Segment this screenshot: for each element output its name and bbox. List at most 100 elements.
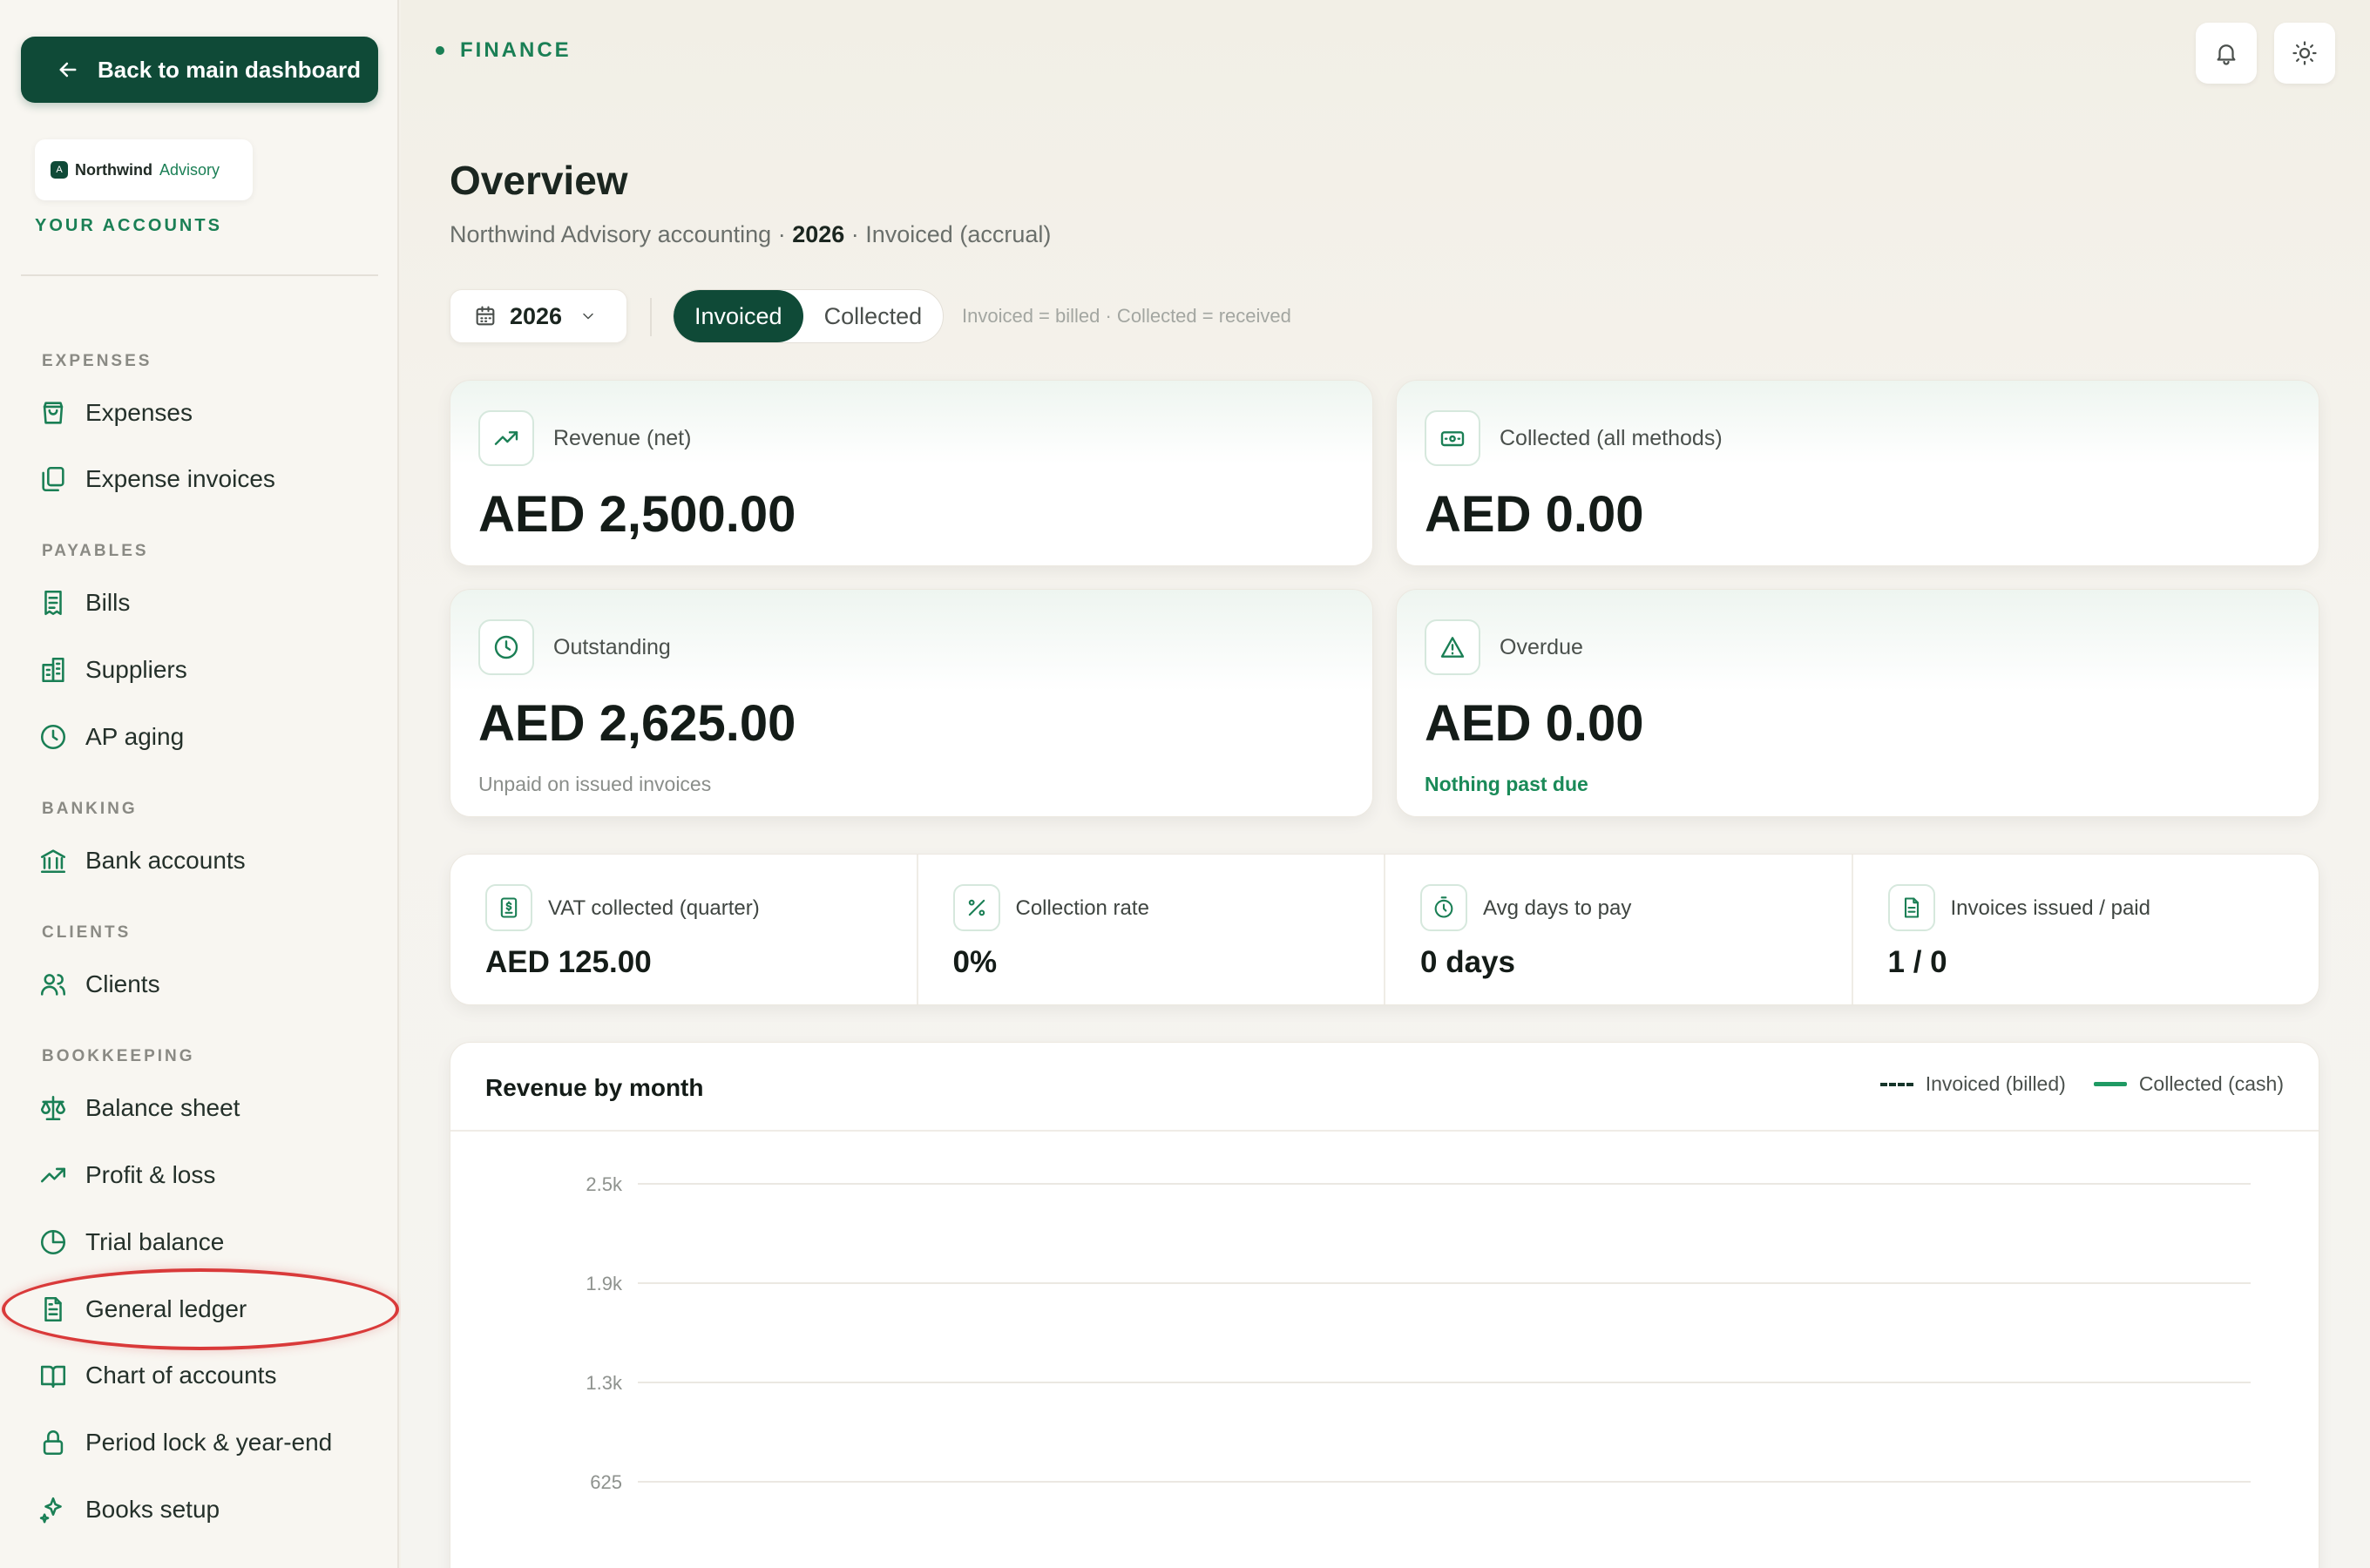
stat-icon-box [952,884,1000,931]
sidebar-item-profit-loss[interactable]: Profit & loss [38,1151,378,1200]
kpi-value: AED 2,625.00 [478,695,796,752]
section-expenses: EXPENSES [42,352,152,370]
sidebar-item-label: Expenses [85,399,193,426]
main-content: FINANCE Overview Northwind Advisory acco… [401,0,2370,1568]
legend-item-invoiced[interactable]: Invoiced (billed) [1879,1072,2066,1096]
sidebar-item-trial-balance[interactable]: Trial balance [38,1218,378,1267]
sidebar-item-general-ledger[interactable]: General ledger [38,1285,378,1334]
legend-label: Collected (cash) [2138,1072,2284,1095]
stat-label: VAT collected (quarter) [548,896,760,920]
y-tick-label: 625 [590,1471,622,1493]
sun-icon [2292,41,2317,65]
toggle-invoiced[interactable]: Invoiced [674,290,803,342]
bell-icon [2217,44,2236,65]
basis-hint: Invoiced = billed · Collected = received [962,305,1291,327]
stat-invoices-issued-paid: Invoices issued / paid 1 / 0 [1853,855,2319,1004]
sparkles-icon [39,1497,62,1524]
notifications-button[interactable] [2196,23,2257,84]
kpi-value: AED 0.00 [1425,486,1644,543]
scale-icon [40,1095,66,1121]
section-bookkeeping: BOOKKEEPING [42,1047,195,1065]
book-open-icon [40,1365,66,1389]
basis-toggle: Invoiced Collected [673,289,945,343]
kpi-label: Outstanding [553,635,671,659]
users-icon [40,974,66,996]
brand-name: Northwind [75,160,152,179]
kpi-label: Collected (all methods) [1500,426,1723,450]
finance-section-tag: FINANCE [436,38,572,63]
stat-label: Collection rate [1015,896,1149,920]
sidebar-item-label: Chart of accounts [85,1362,277,1389]
kpi-label: Overdue [1500,635,1583,659]
receipt-dollar-icon [500,897,518,918]
sidebar-item-books-setup[interactable]: Books setup [38,1485,378,1534]
chart-title: Revenue by month [485,1074,704,1101]
kpi-subtext: Unpaid on issued invoices [478,773,712,795]
legend-label: Invoiced (billed) [1925,1072,2066,1095]
building-icon [42,657,64,683]
brand-logo: A [51,161,68,179]
sidebar-item-label: Profit & loss [85,1161,216,1188]
trending-up-icon [40,1167,66,1183]
shopping-bag-icon [43,402,64,424]
sidebar-item-label: Bank accounts [85,847,246,874]
file-text-icon [1904,897,1919,918]
sidebar-item-label: Trial balance [85,1228,225,1255]
kpi-overdue-card: Overdue AED 0.00 Nothing past due [1396,589,2319,817]
banknote-icon [1440,431,1465,447]
sidebar-item-clients[interactable]: Clients [38,960,378,1009]
sidebar-item-suppliers[interactable]: Suppliers [38,645,378,694]
account-switcher-chip[interactable]: A Northwind Advisory [35,139,253,200]
sidebar-item-period-lock[interactable]: Period lock & year-end [38,1418,378,1467]
kpi-revenue-card: Revenue (net) AED 2,500.00 [450,380,1373,566]
revenue-chart-plot: 2.5k 1.9k 1.3k 625 [586,1173,2251,1493]
sidebar-item-bank-accounts[interactable]: Bank accounts [38,836,378,885]
sidebar: Back to main dashboard A Northwind Advis… [0,0,399,1568]
section-banking: BANKING [42,800,138,818]
subtitle-year: 2026 [792,221,845,247]
sidebar-item-label: Balance sheet [85,1094,240,1121]
stat-value: AED 125.00 [485,945,652,979]
brand-suffix: Advisory [159,160,220,179]
stat-icon-box [1420,884,1467,931]
calendar-icon [476,306,495,326]
section-payables: PAYABLES [42,542,149,560]
copy-document-icon [42,466,64,492]
clock-icon [40,724,66,750]
year-select[interactable]: 2026 [450,289,627,343]
sidebar-item-expense-invoices[interactable]: Expense invoices [38,455,378,504]
trending-up-icon [494,431,518,445]
kpi-subtext: Nothing past due [1425,773,1588,795]
stats-strip: VAT collected (quarter) AED 125.00 Colle… [450,854,2319,1005]
stat-icon-box [485,884,532,931]
back-to-dashboard-button[interactable]: Back to main dashboard [21,37,378,103]
sidebar-item-ap-aging[interactable]: AP aging [38,713,378,761]
toggle-collected[interactable]: Collected [803,290,944,342]
alert-triangle-icon [1440,637,1465,658]
legend-item-collected[interactable]: Collected (cash) [2093,1072,2284,1096]
sidebar-item-label: General ledger [85,1295,247,1322]
theme-toggle-button[interactable] [2274,23,2335,84]
revenue-chart-card: Revenue by month Invoiced (billed) Colle… [450,1042,2319,1568]
sidebar-item-label: Books setup [85,1496,220,1523]
sidebar-item-bills[interactable]: Bills [38,578,378,627]
subtitle-suffix: · Invoiced (accrual) [844,221,1052,247]
receipt-icon [44,590,62,616]
sidebar-item-balance-sheet[interactable]: Balance sheet [38,1084,378,1132]
sidebar-item-chart-of-accounts[interactable]: Chart of accounts [38,1351,378,1400]
stat-avg-days-to-pay: Avg days to pay 0 days [1385,855,1853,1004]
stat-label: Invoices issued / paid [1950,896,2150,920]
kpi-icon-box [478,410,534,466]
kpi-value: AED 0.00 [1425,695,1644,752]
kpi-icon-box [478,619,534,675]
filter-separator [650,298,652,336]
section-clients: CLIENTS [42,923,132,942]
file-text-icon [44,1296,62,1322]
status-dot [436,46,444,55]
stat-value: 0% [952,945,998,979]
sidebar-item-expenses[interactable]: Expenses [38,389,378,437]
your-accounts-label: YOUR ACCOUNTS [35,216,222,235]
bank-icon [40,849,66,874]
back-to-dashboard-label: Back to main dashboard [98,56,361,83]
stat-collection-rate: Collection rate 0% [918,855,1385,1004]
